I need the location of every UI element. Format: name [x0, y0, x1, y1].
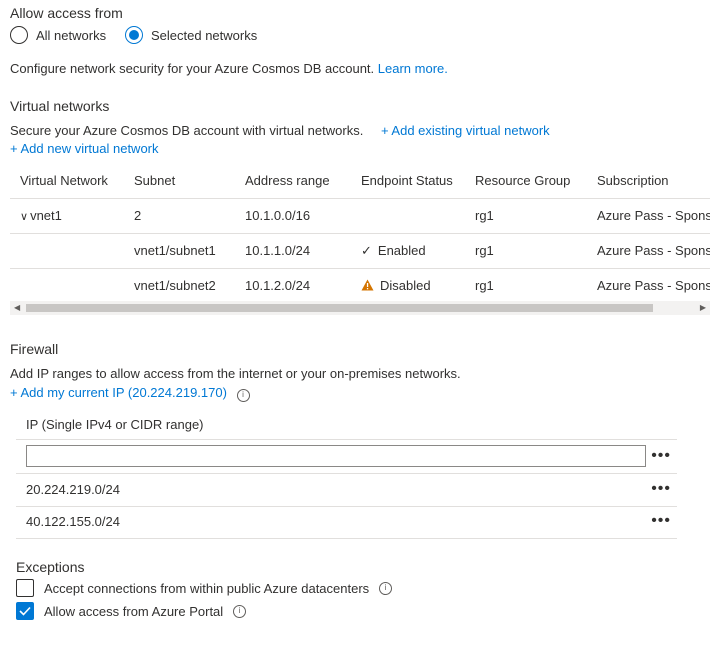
more-options-button[interactable]: •••: [651, 441, 671, 471]
learn-more-link[interactable]: Learn more.: [378, 61, 448, 76]
check-icon: ✓: [361, 243, 372, 258]
radio-all-networks-label: All networks: [36, 27, 107, 43]
subnet-cell: vnet1/subnet2: [134, 278, 216, 293]
warning-icon: [361, 279, 374, 291]
divider: [16, 439, 677, 440]
col-resource-group[interactable]: Resource Group: [475, 164, 570, 198]
virtual-networks-title: Virtual networks: [10, 98, 110, 114]
radio-unselected-icon[interactable]: [10, 26, 28, 44]
firewall-title: Firewall: [10, 341, 59, 357]
status-cell: Disabled: [361, 269, 431, 303]
vnet-table-header: Virtual Network Subnet Address range End…: [10, 164, 710, 199]
checkbox-checked-icon[interactable]: [16, 602, 34, 620]
intro-description: Configure network security for your Azur…: [10, 61, 375, 76]
add-new-vnet-link[interactable]: + Add new virtual network: [10, 141, 159, 156]
ip-column-header: IP (Single IPv4 or CIDR range): [26, 417, 204, 432]
address-cell: 10.1.2.0/24: [245, 278, 311, 293]
intro-text: Configure network security for your Azur…: [10, 61, 448, 76]
group-cell: rg1: [475, 208, 494, 223]
scrollbar-thumb[interactable]: [26, 304, 653, 312]
ip-range-input[interactable]: [26, 445, 646, 467]
list-item: 40.122.155.0/24 •••: [16, 506, 677, 539]
subnet-cell: vnet1/subnet1: [134, 243, 216, 258]
exception-label: Allow access from Azure Portal: [44, 603, 224, 619]
subscription-cell: Azure Pass - Sponsorship: [597, 208, 710, 223]
exception-azure-portal[interactable]: Allow access from Azure Portal i: [16, 602, 247, 620]
radio-selected-networks[interactable]: Selected networks: [125, 26, 257, 44]
subnet-cell: 2: [134, 208, 142, 223]
col-subnet[interactable]: Subnet: [134, 164, 175, 198]
info-icon[interactable]: i: [379, 581, 393, 595]
vnet-table: Virtual Network Subnet Address range End…: [10, 164, 710, 304]
firewall-description: Add IP ranges to allow access from the i…: [10, 366, 461, 381]
table-row[interactable]: vnet1/subnet1 10.1.1.0/24 ✓ Enabled rg1 A…: [10, 234, 710, 269]
add-existing-vnet-link[interactable]: + Add existing virtual network: [381, 123, 550, 138]
col-subscription[interactable]: Subscription: [597, 164, 669, 198]
exceptions-title: Exceptions: [16, 559, 85, 575]
ip-input-row: •••: [16, 441, 677, 474]
info-icon[interactable]: i: [233, 604, 247, 618]
group-cell: rg1: [475, 278, 494, 293]
ip-range-value: 40.122.155.0/24: [26, 514, 120, 529]
address-cell: 10.1.1.0/24: [245, 243, 311, 258]
check-icon: [19, 606, 31, 616]
exception-label: Accept connections from within public Az…: [44, 580, 370, 596]
col-address-range[interactable]: Address range: [245, 164, 330, 198]
list-item: 20.224.219.0/24 •••: [16, 474, 677, 507]
vnet-cell: ∨ vnet1: [20, 199, 62, 234]
radio-selected-networks-label: Selected networks: [151, 27, 258, 43]
col-virtual-network[interactable]: Virtual Network: [20, 164, 108, 198]
subscription-cell: Azure Pass - Sponsorship: [597, 243, 710, 258]
exception-public-datacenters[interactable]: Accept connections from within public Az…: [16, 579, 393, 597]
radio-all-networks[interactable]: All networks: [10, 26, 106, 44]
status-text: Disabled: [380, 278, 431, 293]
vnet-description: Secure your Azure Cosmos DB account with…: [10, 123, 364, 138]
scroll-right-icon[interactable]: ▶: [700, 301, 706, 315]
more-options-button[interactable]: •••: [651, 474, 671, 504]
checkbox-unchecked-icon[interactable]: [16, 579, 34, 597]
vnet-name: vnet1: [30, 208, 62, 223]
col-endpoint-status[interactable]: Endpoint Status: [361, 164, 453, 198]
group-cell: rg1: [475, 243, 494, 258]
table-row[interactable]: ∨ vnet1 2 10.1.0.0/16 rg1 Azure Pass - Sp…: [10, 199, 710, 234]
more-options-button[interactable]: •••: [651, 506, 671, 536]
vnet-description-row: Secure your Azure Cosmos DB account with…: [10, 123, 550, 138]
chevron-down-icon[interactable]: ∨: [20, 200, 28, 234]
radio-selected-icon[interactable]: [125, 26, 143, 44]
status-text: Enabled: [377, 243, 426, 258]
status-cell: ✓ Enabled: [361, 234, 426, 268]
scroll-left-icon[interactable]: ◀: [14, 301, 20, 315]
address-cell: 10.1.0.0/16: [245, 208, 311, 223]
horizontal-scrollbar[interactable]: ◀ ▶: [10, 301, 710, 315]
add-current-ip-link[interactable]: + Add my current IP (20.224.219.170): [10, 385, 227, 400]
table-row[interactable]: vnet1/subnet2 10.1.2.0/24 Disabled rg1 A…: [10, 269, 710, 304]
ip-range-value: 20.224.219.0/24: [26, 482, 120, 497]
add-current-ip-row: + Add my current IP (20.224.219.170) i: [10, 385, 250, 402]
info-icon[interactable]: i: [236, 388, 250, 402]
subscription-cell: Azure Pass - Sponsorship: [597, 278, 710, 293]
allow-access-title: Allow access from: [10, 5, 123, 21]
